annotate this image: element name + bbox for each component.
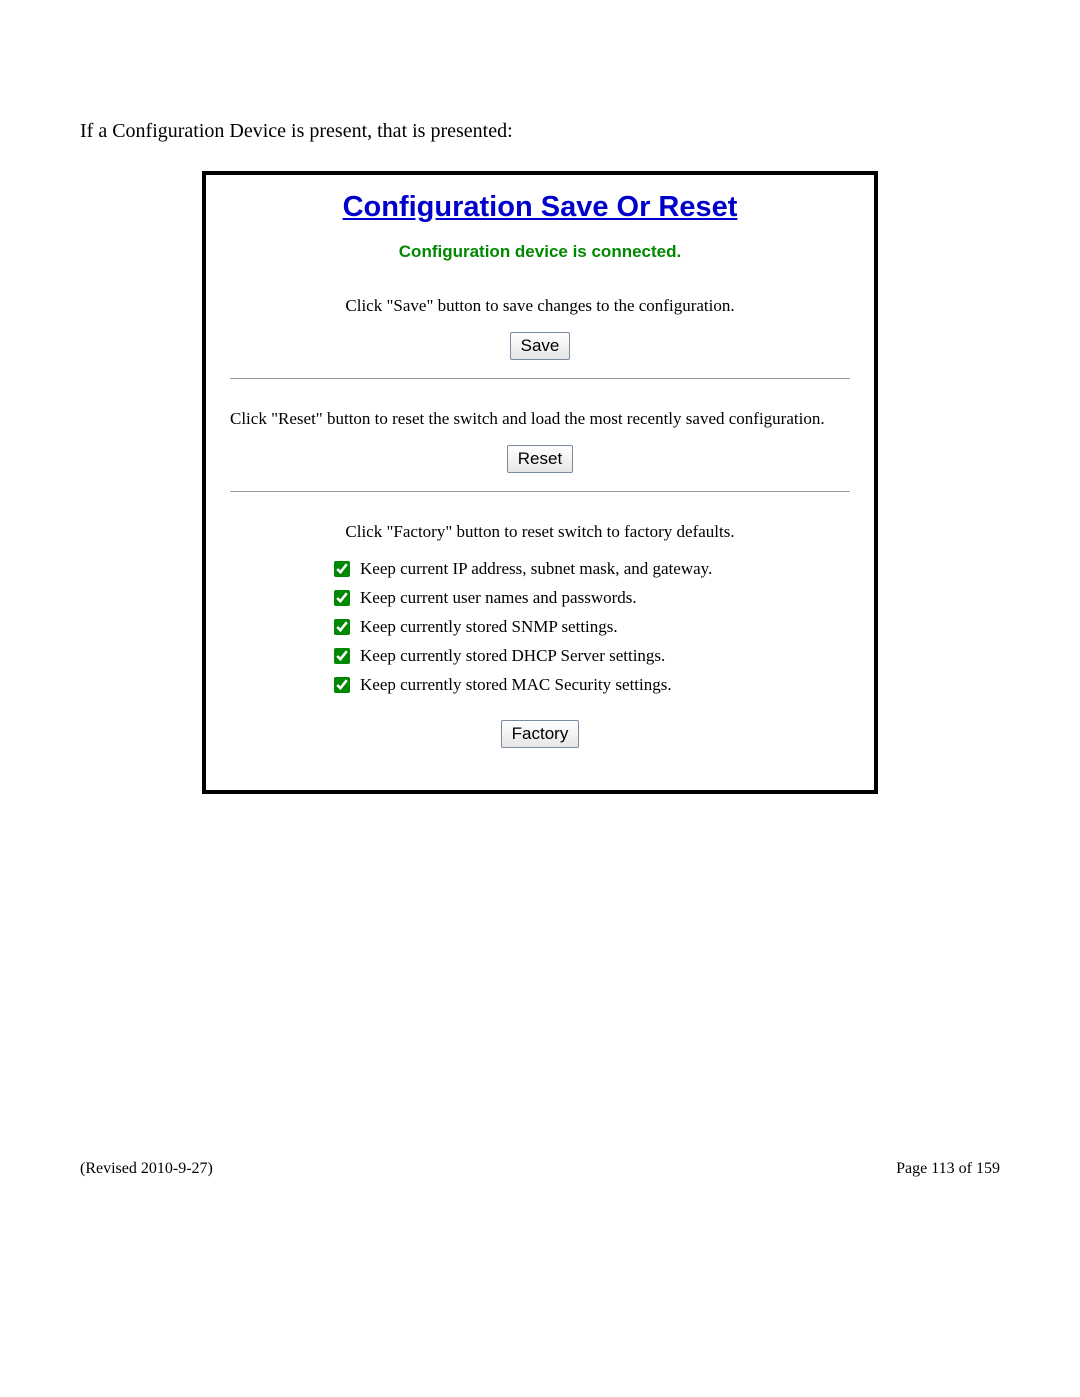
config-panel: Configuration Save Or Reset Configuratio… xyxy=(202,171,878,794)
check-keep-users[interactable]: Keep current user names and passwords. xyxy=(330,587,850,609)
check-keep-ip[interactable]: Keep current IP address, subnet mask, an… xyxy=(330,558,850,580)
check-keep-dhcp[interactable]: Keep currently stored DHCP Server settin… xyxy=(330,645,850,667)
divider xyxy=(230,378,850,379)
divider xyxy=(230,491,850,492)
check-keep-snmp[interactable]: Keep currently stored SNMP settings. xyxy=(330,616,850,638)
footer-page: Page 113 of 159 xyxy=(896,1160,1000,1178)
check-keep-mac[interactable]: Keep currently stored MAC Security setti… xyxy=(330,674,850,696)
reset-instruction: Click "Reset" button to reset the switch… xyxy=(230,409,850,429)
factory-options: Keep current IP address, subnet mask, an… xyxy=(330,558,850,696)
check-label: Keep currently stored DHCP Server settin… xyxy=(360,646,665,666)
status-text: Configuration device is connected. xyxy=(230,242,850,262)
reset-button[interactable]: Reset xyxy=(507,445,573,473)
checkbox-keep-ip[interactable] xyxy=(334,561,350,577)
checkbox-keep-dhcp[interactable] xyxy=(334,648,350,664)
check-label: Keep current user names and passwords. xyxy=(360,588,637,608)
check-label: Keep currently stored MAC Security setti… xyxy=(360,675,672,695)
checkbox-keep-users[interactable] xyxy=(334,590,350,606)
intro-text: If a Configuration Device is present, th… xyxy=(80,120,1000,143)
checkbox-keep-mac[interactable] xyxy=(334,677,350,693)
save-instruction: Click "Save" button to save changes to t… xyxy=(230,296,850,316)
panel-title: Configuration Save Or Reset xyxy=(230,191,850,224)
factory-button[interactable]: Factory xyxy=(501,720,580,748)
check-label: Keep currently stored SNMP settings. xyxy=(360,617,618,637)
check-label: Keep current IP address, subnet mask, an… xyxy=(360,559,712,579)
checkbox-keep-snmp[interactable] xyxy=(334,619,350,635)
save-button[interactable]: Save xyxy=(510,332,571,360)
footer-revised: (Revised 2010-9-27) xyxy=(80,1160,213,1178)
factory-instruction: Click "Factory" button to reset switch t… xyxy=(230,522,850,542)
